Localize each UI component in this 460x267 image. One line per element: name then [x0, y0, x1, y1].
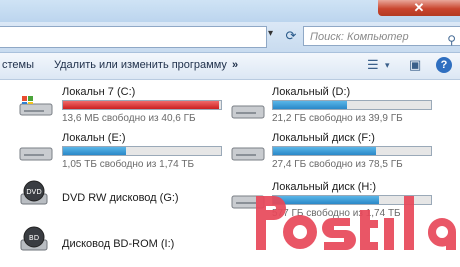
view-dropdown-icon[interactable]: ▾ — [385, 60, 390, 71]
window-titlebar: ✕ — [0, 0, 460, 22]
system-properties-button[interactable]: стемы — [2, 59, 34, 71]
drive-name: Локальн (E:) — [62, 132, 126, 144]
bd-rom-drive-icon: BD — [20, 226, 48, 251]
preview-pane-icon[interactable]: ▣ — [409, 57, 421, 73]
close-icon: ✕ — [413, 0, 425, 15]
drive-usage-fill — [63, 101, 220, 109]
view-options-icon[interactable]: ☰ — [367, 57, 379, 73]
search-icon[interactable]: ⚲ — [447, 30, 456, 50]
drive-name: Дисковод BD-ROM (I:) — [62, 238, 175, 250]
refresh-icon[interactable]: ⟳ — [282, 26, 300, 46]
drive-usage-fill — [63, 147, 127, 155]
address-input[interactable] — [0, 26, 267, 48]
command-toolbar: стемы Удалить или изменить программу » ☰… — [0, 53, 460, 80]
uninstall-program-button[interactable]: Удалить или изменить программу — [54, 59, 227, 71]
close-button[interactable]: ✕ — [378, 0, 460, 16]
windows-drive-icon — [19, 96, 53, 116]
drive-free-space: 21,2 ГБ свободно из 39,9 ГБ — [272, 113, 403, 124]
hard-drive-icon — [231, 147, 265, 161]
watermark-logo — [256, 196, 456, 250]
drive-name: Локальн 7 (C:) — [62, 86, 136, 98]
search-placeholder: Поиск: Компьютер — [310, 31, 409, 43]
hard-drive-icon — [19, 147, 53, 161]
drive-free-space: 1,05 ТБ свободно из 1,74 ТБ — [62, 159, 195, 170]
drive-usage-bar — [272, 100, 432, 110]
drive-usage-bar — [62, 100, 222, 110]
more-commands-button[interactable]: » — [232, 59, 238, 71]
drive-usage-fill — [273, 147, 376, 155]
drive-usage-bar — [62, 146, 222, 156]
svg-text:BD: BD — [29, 234, 39, 242]
chevron-down-icon[interactable]: ▾ — [268, 28, 273, 39]
drive-name: DVD RW дисковод (G:) — [62, 192, 179, 204]
help-icon[interactable]: ? — [436, 57, 452, 73]
search-input[interactable]: Поиск: Компьютер ⚲ — [303, 26, 460, 47]
drive-free-space: 27,4 ГБ свободно из 78,5 ГБ — [272, 159, 403, 170]
drive-usage-fill — [273, 101, 348, 109]
svg-text:DVD: DVD — [26, 188, 41, 196]
address-bar: ▾ ⟳ Поиск: Компьютер ⚲ — [0, 22, 460, 53]
drive-name: Локальный диск (F:) — [272, 132, 375, 144]
dvd-drive-icon: DVD — [20, 180, 48, 205]
hard-drive-icon — [231, 105, 265, 119]
drive-name: Локальный (D:) — [272, 86, 351, 98]
drive-free-space: 13,6 МБ свободно из 40,6 ГБ — [62, 113, 196, 124]
drive-usage-bar — [272, 146, 432, 156]
